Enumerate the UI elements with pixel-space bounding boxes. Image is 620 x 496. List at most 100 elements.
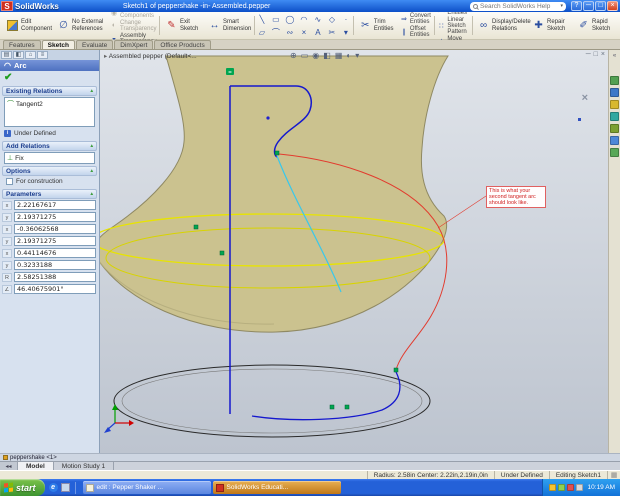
search-input[interactable]: Search SolidWorks Help ▾ bbox=[470, 1, 566, 11]
tray-icon[interactable] bbox=[566, 484, 574, 491]
display-style-icon[interactable]: ◧ bbox=[323, 51, 331, 60]
sketch-point-marker[interactable] bbox=[193, 224, 199, 230]
rapid-sketch-button[interactable]: ✐ Rapid Sketch bbox=[575, 18, 616, 33]
offset-entities-button[interactable]: ∥ Offset Entities bbox=[400, 26, 431, 38]
fix-relation-button[interactable]: ⊥ Fix bbox=[5, 153, 94, 163]
tab-features[interactable]: Features bbox=[3, 40, 41, 49]
sketch-bottom-arc[interactable] bbox=[251, 371, 401, 421]
existing-relations-list[interactable]: ⌒ Tangent2 bbox=[4, 97, 95, 127]
arc-tool-icon[interactable]: ◠ bbox=[297, 13, 310, 25]
bell-surface[interactable] bbox=[100, 55, 449, 333]
point-tool-icon[interactable]: · bbox=[339, 13, 352, 25]
right-toolbar-icon[interactable] bbox=[610, 124, 619, 133]
sketch-point-marker[interactable] bbox=[344, 404, 350, 410]
tab-motion-study-1[interactable]: Motion Study 1 bbox=[54, 462, 115, 470]
taskbar-item-notepad[interactable]: edit : Pepper Shaker ... bbox=[82, 481, 211, 494]
no-external-references-button[interactable]: ∅ No External References bbox=[55, 18, 108, 33]
erase-tool-icon[interactable]: × bbox=[297, 26, 310, 38]
edit-component-button[interactable]: Edit Component bbox=[4, 18, 53, 33]
parallelogram-tool-icon[interactable]: ▱ bbox=[255, 26, 268, 38]
quick-tips-icon[interactable]: ▦ bbox=[607, 471, 620, 479]
split-tool-icon[interactable]: ✂ bbox=[325, 26, 338, 38]
rectangle-tool-icon[interactable]: ▭ bbox=[269, 13, 282, 25]
panel-tab-featuremanager[interactable]: ▤ bbox=[1, 51, 12, 59]
tab-sketch[interactable]: Sketch bbox=[41, 40, 75, 49]
tray-icon[interactable] bbox=[557, 484, 565, 491]
document-minimize-icon[interactable]: ─ bbox=[586, 51, 591, 58]
right-toolbar-icon[interactable] bbox=[610, 88, 619, 97]
view-settings-dropdown-icon[interactable]: ▾ bbox=[355, 51, 359, 60]
cancel-sketch-icon[interactable]: × bbox=[582, 92, 588, 104]
tangent-arc-tool-icon[interactable]: ⌒ bbox=[269, 26, 282, 38]
maximize-button[interactable]: □ bbox=[595, 1, 606, 11]
sketch-point-marker[interactable] bbox=[219, 250, 225, 256]
convert-entities-button[interactable]: ⇒ Convert Entities bbox=[400, 13, 431, 25]
smart-dimension-button[interactable]: ↔ Smart Dimension bbox=[206, 18, 251, 33]
param-end-y-field[interactable]: 0.3233188 bbox=[14, 260, 96, 270]
tray-icon[interactable] bbox=[575, 484, 583, 491]
show-desktop-icon[interactable] bbox=[60, 483, 70, 492]
options-header[interactable]: Options ▴ bbox=[2, 166, 97, 176]
right-toolbar-icon[interactable] bbox=[610, 136, 619, 145]
search-dropdown-icon[interactable]: ▾ bbox=[560, 3, 563, 9]
collapse-panel-icon[interactable]: « bbox=[613, 53, 616, 59]
start-button[interactable]: start bbox=[0, 479, 45, 496]
param-center-y-field[interactable]: 2.19371275 bbox=[14, 212, 96, 222]
equal-constraint-badge[interactable]: = bbox=[226, 68, 234, 76]
relation-list-item[interactable]: ⌒ Tangent2 bbox=[5, 98, 94, 110]
tray-icon[interactable] bbox=[548, 484, 556, 491]
sketch-point-marker[interactable] bbox=[329, 404, 335, 410]
line-tool-icon[interactable]: ╲ bbox=[255, 13, 268, 25]
zoom-area-icon[interactable]: ▭ bbox=[301, 51, 309, 60]
display-delete-relations-button[interactable]: ∞ Display/Delete Relations bbox=[475, 18, 531, 33]
sketch-point-marker[interactable] bbox=[274, 150, 280, 156]
graphics-viewport[interactable]: ▸ Assembled pepper (Default<... ⊕ ▭ ◉ ◧ … bbox=[100, 50, 608, 453]
right-toolbar-icon[interactable] bbox=[610, 76, 619, 85]
panel-tab-configurationmanager[interactable]: ⌂ bbox=[25, 51, 36, 59]
parameters-header[interactable]: Parameters ▴ bbox=[2, 189, 97, 199]
hide-show-items-icon[interactable]: ▦ bbox=[335, 51, 343, 60]
tab-office-products[interactable]: Office Products bbox=[154, 40, 211, 49]
ellipse-tool-icon[interactable]: ∾ bbox=[283, 26, 296, 38]
tab-scroll-buttons[interactable]: ◂◂ bbox=[0, 462, 18, 470]
help-button[interactable]: ? bbox=[571, 1, 582, 11]
tab-evaluate[interactable]: Evaluate bbox=[75, 40, 114, 49]
param-center-x-field[interactable]: 2.22167617 bbox=[14, 200, 96, 210]
panel-tab-dimxpertmanager[interactable]: ≡ bbox=[37, 51, 48, 59]
feature-tree-root[interactable]: peppershake <1> bbox=[0, 453, 620, 461]
view-orientation-icon[interactable]: ◉ bbox=[312, 51, 319, 60]
tab-model[interactable]: Model bbox=[18, 462, 54, 470]
param-start-y-field[interactable]: 2.19371275 bbox=[14, 236, 96, 246]
scene-canvas[interactable]: = bbox=[100, 50, 608, 453]
zoom-fit-icon[interactable]: ⊕ bbox=[290, 51, 297, 60]
arc-center-point[interactable] bbox=[266, 116, 270, 120]
for-construction-checkbox[interactable] bbox=[6, 178, 13, 185]
linear-sketch-pattern-button[interactable]: ∷ Linear Sketch Pattern bbox=[437, 17, 468, 35]
add-relations-header[interactable]: Add Relations ▴ bbox=[2, 141, 97, 151]
right-toolbar-icon[interactable] bbox=[610, 100, 619, 109]
right-toolbar-icon[interactable] bbox=[610, 148, 619, 157]
spline-tool-icon[interactable]: ∿ bbox=[311, 13, 324, 25]
tab-dimxpert[interactable]: DimXpert bbox=[114, 40, 154, 49]
assembly-breadcrumb[interactable]: ▸ Assembled pepper (Default<... bbox=[104, 52, 197, 60]
confirm-button[interactable]: ✔ bbox=[4, 72, 12, 83]
existing-relations-header[interactable]: Existing Relations ▴ bbox=[2, 86, 97, 96]
tools-dropdown-icon[interactable]: ▾ bbox=[339, 26, 352, 38]
change-transparency-button[interactable]: ◐ Change Transparency bbox=[110, 20, 157, 32]
internet-explorer-icon[interactable]: e bbox=[48, 483, 58, 492]
document-restore-icon[interactable]: □ bbox=[594, 51, 598, 58]
circle-tool-icon[interactable]: ◯ bbox=[283, 13, 296, 25]
sketch-point-marker[interactable] bbox=[393, 367, 399, 373]
taskbar-item-solidworks[interactable]: SolidWorks Educati... bbox=[212, 481, 341, 494]
panel-tab-propertymanager[interactable]: ◧ bbox=[13, 51, 24, 59]
document-close-icon[interactable]: × bbox=[601, 51, 605, 58]
expander-icon[interactable]: ▸ bbox=[104, 53, 107, 60]
param-radius-field[interactable]: 2.58251388 bbox=[14, 272, 96, 282]
trim-entities-button[interactable]: ✂ Trim Entities bbox=[357, 18, 398, 33]
param-start-x-field[interactable]: -0.36062568 bbox=[14, 224, 96, 234]
right-toolbar-icon[interactable] bbox=[610, 112, 619, 121]
base-ellipse-inner[interactable] bbox=[121, 368, 423, 434]
add-relations-list[interactable]: ⊥ Fix bbox=[4, 152, 95, 164]
exit-sketch-button[interactable]: ✎ Exit Sketch bbox=[163, 18, 204, 33]
close-button[interactable]: × bbox=[607, 1, 618, 11]
